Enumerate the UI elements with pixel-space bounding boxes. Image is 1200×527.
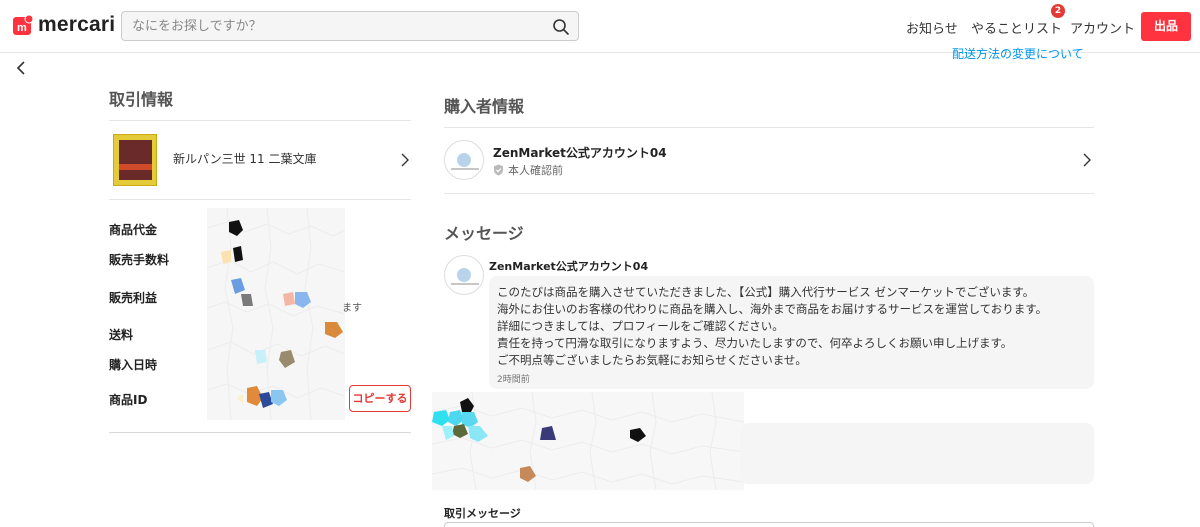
nav-account[interactable]: アカウント: [1070, 18, 1135, 37]
buyer-avatar: [444, 140, 484, 180]
back-arrow-icon[interactable]: [14, 60, 30, 76]
label-profit: 販売利益: [109, 291, 158, 305]
item-row[interactable]: 新ルパン三世 11 二葉文庫: [109, 121, 411, 199]
shipping-change-link[interactable]: 配送方法の変更について: [952, 45, 1084, 62]
label-shipping: 送料: [109, 328, 134, 342]
label-fee: 販売手数料: [109, 253, 170, 267]
todo-count-badge: 2: [1051, 4, 1065, 18]
search-icon[interactable]: [552, 18, 570, 36]
avatar-logo-mark: [457, 153, 471, 167]
sell-button[interactable]: 出品: [1141, 12, 1191, 41]
message-line: 海外にお住いのお客様の代わりに商品を購入し、海外まで商品をお届けするサービスを運…: [497, 302, 1048, 316]
message-line: ご不明点等ございましたらお気軽にお知らせくださいませ。: [497, 353, 807, 367]
nav-todo-list[interactable]: やることリスト: [971, 18, 1062, 37]
redacted-values-mosaic: [207, 208, 345, 420]
message-bubble: [740, 423, 1094, 484]
divider: [109, 432, 411, 433]
copy-item-id-button[interactable]: コピーする: [349, 385, 411, 412]
verification-status: 本人確認前: [493, 162, 563, 178]
label-purchase-date: 購入日時: [109, 358, 158, 372]
search-input[interactable]: [122, 18, 542, 34]
buyer-info-title: 購入者情報: [444, 97, 525, 116]
nav-news[interactable]: お知らせ: [906, 18, 958, 37]
logo-text: mercari: [38, 13, 116, 36]
verification-text: 本人確認前: [508, 164, 563, 177]
thumbnail-band: [119, 164, 152, 170]
avatar-logo-text: [451, 283, 479, 285]
item-title: 新ルパン三世 11 二葉文庫: [173, 152, 317, 166]
redacted-message-mosaic: [432, 392, 744, 490]
buyer-profile-row[interactable]: ZenMarket公式アカウント04 本人確認前: [444, 128, 1094, 193]
mercari-logo-icon: m: [13, 14, 34, 35]
mercari-logo[interactable]: m mercari: [12, 13, 115, 37]
message-line: 詳細につきましては、プロフィールをご確認ください。: [497, 319, 784, 333]
item-thumbnail: [113, 134, 157, 186]
message-line: このたびは商品を購入させていただきました、【公式】購入代行サービス ゼンマーケッ…: [497, 285, 1035, 299]
message-author-name: ZenMarket公式アカウント04: [489, 260, 649, 273]
label-price: 商品代金: [109, 223, 158, 237]
message-timestamp: 2時間前: [497, 375, 530, 385]
transaction-message-input[interactable]: [444, 522, 1094, 527]
svg-text:m: m: [17, 22, 27, 34]
chevron-right-icon: [401, 153, 409, 167]
chevron-right-icon: [1083, 153, 1091, 167]
divider: [109, 199, 411, 200]
messages-title: メッセージ: [444, 224, 524, 243]
profit-note-text: ます: [342, 303, 362, 314]
label-item-id: 商品ID: [109, 393, 148, 407]
message-bubble: このたびは商品を購入させていただきました、【公式】購入代行サービス ゼンマーケッ…: [489, 276, 1094, 389]
buyer-name: ZenMarket公式アカウント04: [493, 146, 667, 160]
shield-icon: [494, 164, 503, 176]
avatar-logo-text: [451, 168, 479, 170]
thumbnail-art: [119, 140, 152, 180]
transaction-message-label: 取引メッセージ: [444, 507, 521, 520]
message-author-avatar[interactable]: [444, 255, 484, 295]
transaction-info-title: 取引情報: [109, 90, 174, 109]
divider: [444, 193, 1094, 194]
message-line: 責任を持って円滑な取引になりますよう、尽力いたしますので、何卒よろしくお願い申し…: [497, 336, 1013, 350]
search-bar: [121, 11, 579, 41]
avatar-logo-mark: [457, 268, 471, 282]
